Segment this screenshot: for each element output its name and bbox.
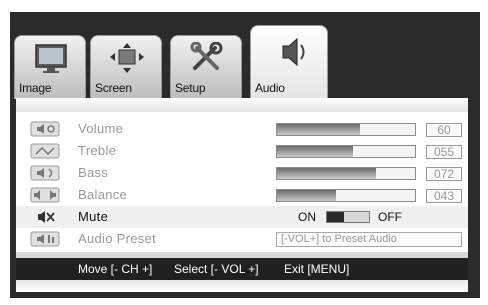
speaker-icon xyxy=(282,37,305,67)
setting-row-volume[interactable]: Volume 60 xyxy=(16,118,468,140)
balance-label: Balance xyxy=(78,187,128,202)
tools-icon xyxy=(190,42,223,70)
bass-slider[interactable] xyxy=(276,167,416,180)
move-arrows-icon xyxy=(110,43,144,73)
treble-value: 055 xyxy=(426,145,462,159)
tab-audio-label: Audio xyxy=(255,81,285,95)
tab-bar: Image Screen Setup Audio xyxy=(14,25,474,100)
volume-slider-fill xyxy=(277,124,360,135)
tab-screen-label: Screen xyxy=(95,81,132,95)
bass-icon xyxy=(30,165,60,181)
monitor-icon xyxy=(35,44,67,73)
tab-audio[interactable]: Audio xyxy=(250,25,328,99)
treble-slider[interactable] xyxy=(276,145,416,158)
treble-slider-fill xyxy=(277,146,353,157)
hint-select: Select [- VOL +] xyxy=(174,262,259,276)
setting-row-mute[interactable]: Mute ON OFF xyxy=(16,206,468,228)
tab-setup[interactable]: Setup xyxy=(170,35,242,99)
audio-preset-label: Audio Preset xyxy=(78,231,157,246)
panel-bottom-strip xyxy=(16,280,468,292)
key-hints-bar: Move [- CH +] Select [- VOL +] Exit [MEN… xyxy=(16,258,468,280)
setting-row-audio-preset[interactable]: Audio Preset [-VOL+] to Preset Audio xyxy=(16,228,468,250)
tab-image[interactable]: Image xyxy=(14,35,86,99)
audio-settings-panel: Volume 60 Treble 055 Bass 072 Balance 04… xyxy=(16,98,468,292)
volume-slider[interactable] xyxy=(276,123,416,136)
mute-switch[interactable] xyxy=(326,211,370,223)
volume-value: 60 xyxy=(426,123,462,137)
setting-row-treble[interactable]: Treble 055 xyxy=(16,140,468,162)
bass-value: 072 xyxy=(426,167,462,181)
mute-on-label: ON xyxy=(298,210,316,224)
mute-toggle[interactable]: ON OFF xyxy=(298,210,448,224)
mute-off-label: OFF xyxy=(378,210,402,224)
bass-label: Bass xyxy=(78,165,109,180)
mute-icon xyxy=(38,211,55,223)
mute-label: Mute xyxy=(78,209,109,224)
balance-slider[interactable] xyxy=(276,189,416,202)
setting-row-bass[interactable]: Bass 072 xyxy=(16,162,468,184)
audio-preset-field[interactable]: [-VOL+] to Preset Audio xyxy=(276,232,462,247)
audio-preset-icon xyxy=(30,231,60,247)
balance-slider-fill xyxy=(277,190,337,201)
setting-row-balance[interactable]: Balance 043 xyxy=(16,184,468,206)
volume-label: Volume xyxy=(78,121,124,136)
volume-icon xyxy=(30,121,60,137)
panel-header-strip xyxy=(16,98,468,112)
tab-image-label: Image xyxy=(19,81,52,95)
tab-screen[interactable]: Screen xyxy=(90,35,162,99)
hint-exit: Exit [MENU] xyxy=(284,262,350,276)
tab-setup-label: Setup xyxy=(175,81,206,95)
treble-icon xyxy=(30,143,60,159)
balance-icon xyxy=(30,187,60,203)
hint-move: Move [- CH +] xyxy=(78,262,153,276)
bass-slider-fill xyxy=(277,168,377,179)
treble-label: Treble xyxy=(78,143,117,158)
balance-value: 043 xyxy=(426,189,462,203)
